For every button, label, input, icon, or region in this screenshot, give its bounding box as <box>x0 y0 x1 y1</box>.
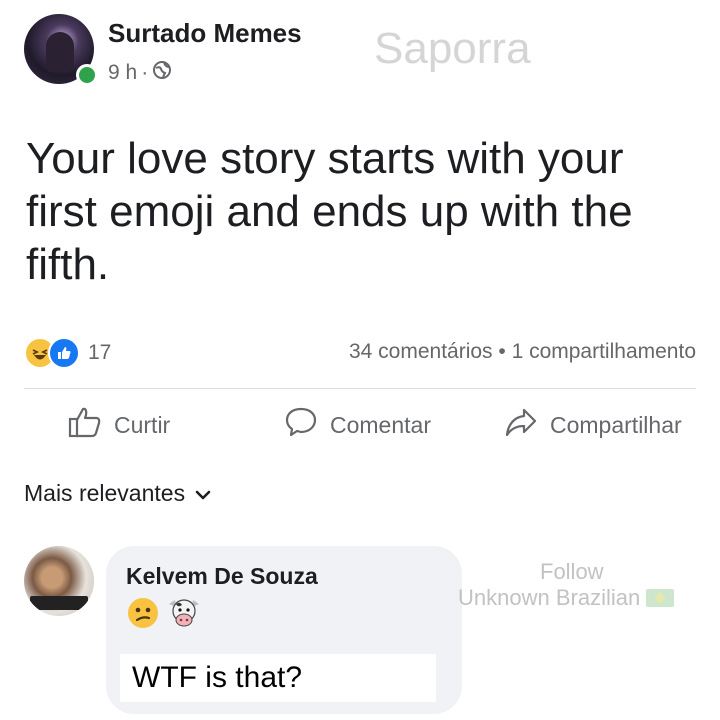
commenter-name[interactable]: Kelvem De Souza <box>126 563 318 590</box>
share-label: Compartilhar <box>550 411 682 438</box>
post-time[interactable]: 9 h <box>108 61 137 85</box>
confused-face-emoji <box>126 596 160 635</box>
comment-emojis <box>126 596 202 635</box>
like-label: Curtir <box>114 411 171 438</box>
reactions-summary[interactable]: 17 <box>24 337 111 369</box>
comments-sort-dropdown[interactable]: Mais relevantes <box>24 480 211 507</box>
credit-follow: Follow <box>540 559 604 584</box>
credit-name: Unknown Brazilian <box>458 585 675 611</box>
divider <box>24 388 696 389</box>
like-button[interactable]: Curtir <box>68 406 170 444</box>
thumbs-up-icon <box>68 406 102 444</box>
cow-face-emoji <box>166 596 202 635</box>
watermark: Saporra <box>374 24 531 73</box>
avatar-badge <box>30 596 88 610</box>
commenter-avatar[interactable] <box>24 546 94 616</box>
credit-name-text: Unknown Brazilian <box>458 585 641 610</box>
comment-label: Comentar <box>330 411 431 438</box>
avatar-figure <box>46 32 74 72</box>
meta-separator: · <box>141 61 149 84</box>
reaction-count: 17 <box>88 341 112 364</box>
chevron-down-icon <box>195 480 211 507</box>
post-meta: 9 h · <box>108 60 172 86</box>
comment-text: WTF is that? <box>120 654 436 702</box>
brazil-flag-icon <box>646 589 675 607</box>
like-icon <box>48 337 80 369</box>
page-name[interactable]: Surtado Memes <box>108 18 302 49</box>
action-bar: Curtir Comentar Compartilhar <box>0 406 720 454</box>
comment-button[interactable]: Comentar <box>284 406 431 444</box>
comments-shares-count[interactable]: 34 comentários • 1 compartilhamento <box>349 340 696 364</box>
speech-bubble-icon <box>284 406 318 444</box>
globe-icon <box>152 60 172 86</box>
sort-label: Mais relevantes <box>24 480 186 506</box>
share-arrow-icon <box>504 406 538 444</box>
post-text: Your love story starts with your first e… <box>26 134 633 289</box>
online-status-dot <box>76 64 98 86</box>
share-button[interactable]: Compartilhar <box>504 406 682 444</box>
